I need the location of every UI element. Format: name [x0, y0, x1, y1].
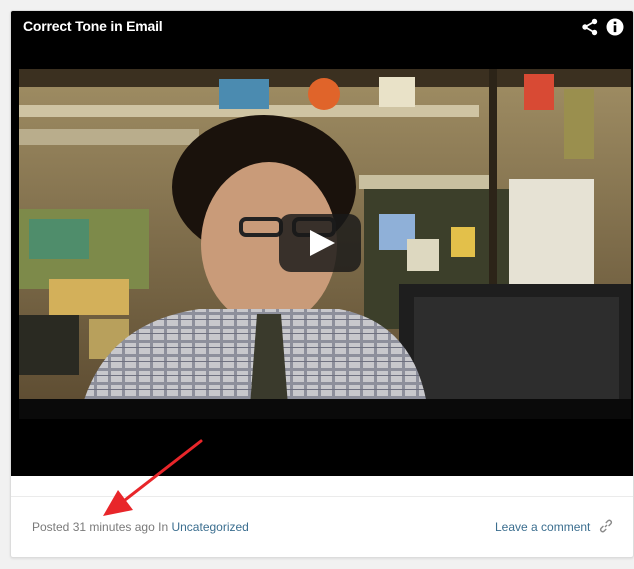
category-link[interactable]: Uncategorized	[171, 520, 248, 534]
post-meta: Posted 31 minutes ago In Uncategorized	[32, 520, 249, 534]
post-time: 31 minutes ago	[72, 520, 155, 534]
posted-label: Posted	[32, 520, 70, 534]
info-icon[interactable]	[605, 17, 625, 37]
video-player[interactable]: Correct Tone in Email	[11, 11, 633, 476]
footer-divider	[11, 496, 633, 497]
video-title[interactable]: Correct Tone in Email	[23, 18, 163, 34]
share-icon[interactable]	[580, 17, 600, 37]
in-label: In	[158, 520, 169, 534]
play-button[interactable]	[279, 214, 361, 272]
post-card: Correct Tone in Email Posted 31 minutes …	[10, 10, 634, 558]
link-icon[interactable]	[599, 519, 613, 533]
leave-comment-link[interactable]: Leave a comment	[495, 520, 590, 534]
